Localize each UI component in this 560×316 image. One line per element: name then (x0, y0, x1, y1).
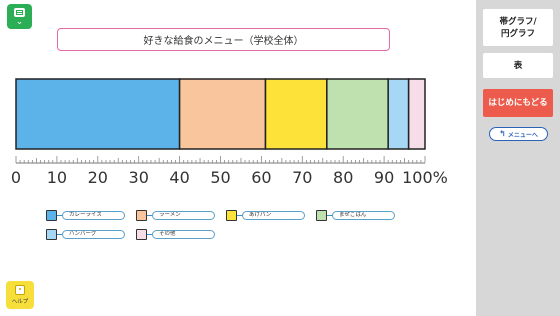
bar-segment-2 (264, 78, 328, 150)
legend-label: ハンバーグ (62, 230, 125, 239)
document-icon (14, 7, 25, 17)
legend: カレーライス ラーメン あげパン まぜごはんハンバーグ その他 (46, 210, 426, 242)
graph-type-label: 帯グラフ/ 円グラフ (499, 16, 537, 39)
tick-label: 50 (210, 168, 230, 187)
menu-back-button[interactable]: ↰ メニューへ (489, 127, 548, 141)
tick-label: 30 (129, 168, 149, 187)
graph-type-button[interactable]: 帯グラフ/ 円グラフ (483, 9, 553, 46)
arrow-back-icon: ↰ (499, 129, 506, 138)
back-to-start-button[interactable]: はじめにもどる (483, 89, 553, 117)
menu-toggle-button[interactable]: ⌄ (7, 4, 32, 29)
legend-label: あげパン (242, 211, 305, 220)
legend-label: その他 (152, 230, 215, 239)
chevron-down-icon: ⌄ (15, 16, 24, 27)
bar-segment-1 (178, 78, 267, 150)
table-label: 表 (513, 60, 523, 71)
legend-item: まぜごはん (316, 210, 395, 221)
tick-label: 90 (374, 168, 394, 187)
tick-label: 100% (402, 168, 448, 187)
help-label: ヘルプ (11, 299, 29, 305)
legend-swatch (136, 229, 147, 240)
legend-label: カレーライス (62, 211, 125, 220)
graph-area: ⌄ 好きな給食のメニュー（学校全体） 0 10 20 30 40 50 60 70 80 90 10… (0, 0, 476, 316)
bar-segment-0 (15, 78, 181, 150)
tick-label: 70 (292, 168, 312, 187)
graph-title: 好きな給食のメニュー（学校全体） (57, 28, 390, 51)
tick-label: 0 (11, 168, 21, 187)
bar-segment-4 (387, 78, 410, 150)
legend-label: まぜごはん (332, 211, 395, 220)
legend-item: その他 (136, 229, 215, 240)
legend-swatch (136, 210, 147, 221)
back-to-start-label: はじめにもどる (488, 98, 548, 108)
legend-item: ラーメン (136, 210, 215, 221)
tick-label: 60 (251, 168, 271, 187)
band-graph: 0 10 20 30 40 50 60 70 80 90 100% (11, 78, 448, 187)
legend-label: ラーメン (152, 211, 215, 220)
tick-label: 20 (88, 168, 108, 187)
legend-swatch (46, 229, 57, 240)
help-button[interactable]: ヘルプ (6, 281, 34, 309)
menu-back-label: メニューへ (507, 131, 538, 139)
legend-swatch (46, 210, 57, 221)
legend-item: あげパン (226, 210, 305, 221)
sidebar: 帯グラフ/ 円グラフ 表 はじめにもどる ↰ メニューへ (476, 0, 560, 316)
legend-item: カレーライス (46, 210, 125, 221)
tick-label: 10 (47, 168, 67, 187)
bar-segment-5 (407, 78, 426, 150)
tick-label: 40 (169, 168, 189, 187)
bar-segment-3 (326, 78, 389, 150)
legend-item: ハンバーグ (46, 229, 125, 240)
legend-swatch (226, 210, 237, 221)
legend-swatch (316, 210, 327, 221)
tick-label: 80 (333, 168, 353, 187)
table-button[interactable]: 表 (483, 53, 553, 78)
help-icon (15, 285, 25, 295)
